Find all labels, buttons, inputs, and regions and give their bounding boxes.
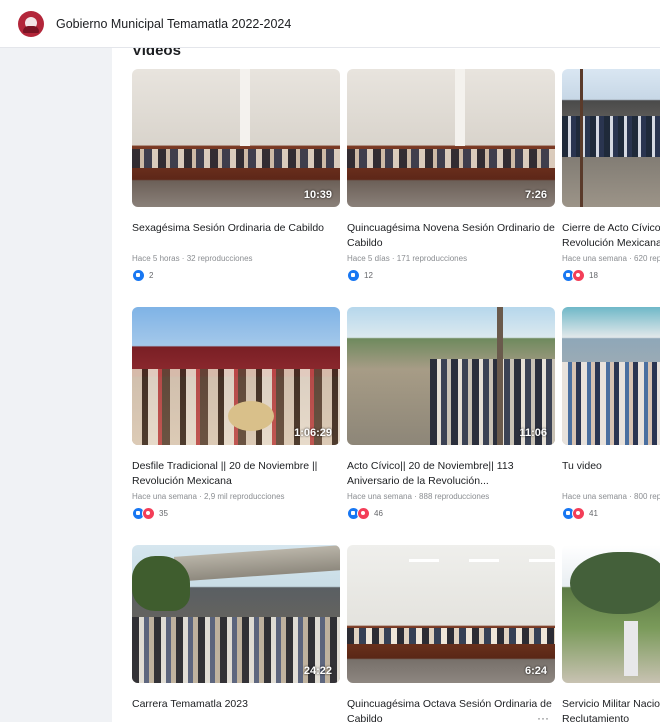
video-title[interactable]: Acto Cívico|| 20 de Noviembre|| 113 Aniv… (347, 459, 555, 489)
video-duration: 1:06:29 (294, 427, 332, 439)
video-card[interactable]: 11:06 Acto Cívico|| 20 de Noviembre|| 113… (347, 307, 555, 520)
video-thumbnail[interactable]: 11:06 (347, 307, 555, 445)
video-meta: Hace una semana · 800 reproducciones (562, 492, 660, 501)
love-icon (572, 268, 585, 282)
video-duration: 24:22 (303, 665, 332, 677)
video-thumbnail[interactable] (562, 307, 660, 445)
left-sidebar (0, 48, 112, 722)
video-title[interactable]: Desfile Tradicional || 20 de Noviembre |… (132, 459, 340, 489)
thumbnail-scene-detail (240, 69, 251, 147)
video-meta: Hace 5 horas · 32 reproducciones (132, 254, 253, 263)
reaction-summary[interactable]: 2 (132, 268, 340, 282)
thumbnail-scene-detail (624, 620, 639, 677)
thumbnail-scene-detail (409, 558, 440, 562)
thumbnail-scene-detail (496, 307, 503, 445)
video-card[interactable]: Tu video Hace una semana · 800 reproducci… (562, 307, 660, 520)
video-thumbnail[interactable]: 7:26 (347, 69, 555, 207)
video-duration: 7:26 (524, 189, 547, 201)
video-title[interactable]: Tu video (562, 459, 660, 489)
thumbnail-scene-detail (227, 400, 274, 431)
love-icon (572, 506, 585, 520)
section-title: Videos (132, 48, 181, 59)
video-title[interactable]: Cierre de Acto Cívico 20 de Noviembre|| … (562, 221, 660, 251)
thumbnail-scene-detail (455, 69, 466, 147)
video-card[interactable]: Servicio Militar Nacional || Municipal d… (562, 545, 660, 722)
thumbnail-scene-detail (580, 69, 583, 207)
page-logo[interactable] (18, 10, 44, 37)
thumbnail-scene-detail (173, 545, 340, 582)
reaction-summary[interactable]: 41 (562, 506, 660, 520)
reaction-summary[interactable]: 18 (562, 268, 660, 282)
video-card[interactable]: 6:24 Quincuagésima Octava Sesión Ordinari… (347, 545, 555, 722)
video-meta: Hace una semana · 888 reproducciones (347, 492, 490, 501)
video-thumbnail[interactable]: 10:39 (132, 69, 340, 207)
thumbnail-scene-detail (132, 556, 191, 612)
reaction-count: 41 (589, 508, 598, 518)
video-card[interactable]: 1:06:29 Desfile Tradicional || 20 de Novi… (132, 307, 340, 520)
thumbnail-scene-detail (570, 551, 660, 614)
reaction-count: 46 (374, 508, 383, 518)
reaction-summary[interactable]: 12 (347, 268, 555, 282)
thumbnail-scene-detail (347, 149, 555, 169)
page-name[interactable]: Gobierno Municipal Temamatla 2022-2024 (56, 17, 291, 31)
video-duration: 6:24 (524, 665, 547, 677)
video-thumbnail[interactable]: 6:24 (347, 545, 555, 683)
love-icon (357, 506, 370, 520)
video-duration: 11:06 (519, 427, 547, 439)
videos-section: Videos 10:39 Sexagésima Sesión Ordinaria … (112, 48, 660, 722)
video-meta: Hace una semana · 620 reproducciones (562, 254, 660, 263)
video-meta: Hace una semana · 2,9 mil reproducciones (132, 492, 285, 501)
video-card[interactable]: 24:22Carrera Temamatla 2023Hace una sema… (132, 545, 340, 722)
like-icon (132, 268, 145, 282)
top-bar: Gobierno Municipal Temamatla 2022-2024 (0, 0, 660, 48)
reaction-count: 12 (364, 270, 373, 280)
video-meta: Hace 5 días · 171 reproducciones (347, 254, 468, 263)
video-title[interactable]: Quincuagésima Novena Sesión Ordinario de… (347, 221, 555, 251)
video-thumbnail[interactable] (562, 545, 660, 683)
video-card[interactable]: 7:26 Quincuagésima Novena Sesión Ordinari… (347, 69, 555, 282)
thumbnail-scene-detail (562, 362, 660, 445)
more-options-icon[interactable]: ··· (537, 711, 549, 722)
video-thumbnail[interactable] (562, 69, 660, 207)
thumbnail-scene-detail (562, 115, 660, 158)
video-thumbnail[interactable]: 1:06:29 (132, 307, 340, 445)
reaction-summary[interactable]: 46 (347, 506, 555, 520)
reaction-count: 35 (159, 508, 168, 518)
reaction-summary[interactable]: 35 (132, 506, 340, 520)
reaction-count: 2 (149, 270, 154, 280)
video-duration: 10:39 (303, 189, 332, 201)
video-title[interactable]: Carrera Temamatla 2023 (132, 697, 340, 722)
thumbnail-scene-detail (132, 149, 340, 169)
video-title[interactable]: Servicio Militar Nacional || Municipal d… (562, 697, 660, 722)
video-card[interactable]: Cierre de Acto Cívico 20 de Noviembre|| … (562, 69, 660, 282)
thumbnail-scene-detail (347, 627, 555, 645)
video-card[interactable]: 10:39 Sexagésima Sesión Ordinaria de Cabi… (132, 69, 340, 282)
reaction-count: 18 (589, 270, 598, 280)
love-icon (142, 506, 155, 520)
video-title[interactable]: Quincuagésima Octava Sesión Ordinaria de… (347, 697, 555, 722)
video-thumbnail[interactable]: 24:22 (132, 545, 340, 683)
video-title[interactable]: Sexagésima Sesión Ordinaria de Cabildo (132, 221, 340, 251)
like-icon (347, 268, 360, 282)
